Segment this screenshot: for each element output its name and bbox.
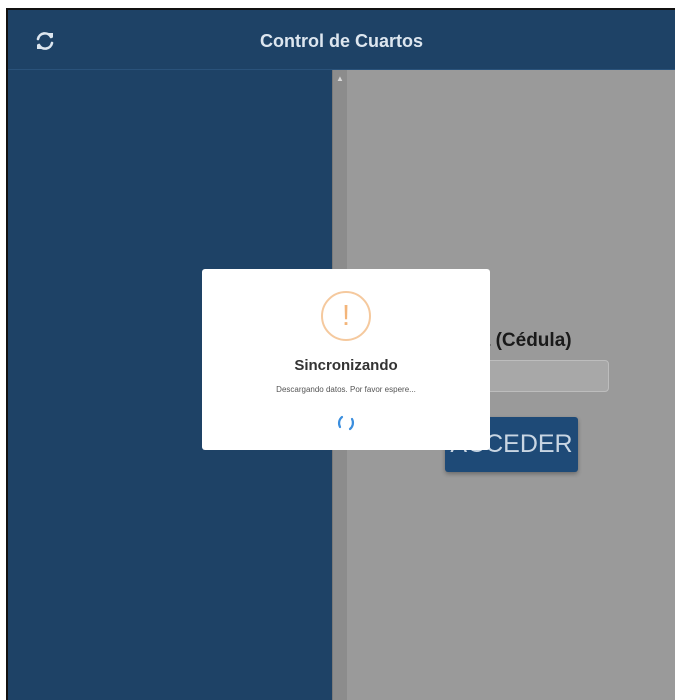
dialog-title: Sincronizando bbox=[294, 357, 398, 374]
top-bar: Control de Cuartos bbox=[8, 10, 675, 70]
page-title: Control de Cuartos bbox=[259, 31, 423, 51]
dialog-message: Descargando datos. Por favor espere... bbox=[276, 385, 416, 394]
sync-dialog: ! Sincronizando Descargando datos. Por f… bbox=[202, 269, 490, 450]
scroll-up-icon[interactable]: ▲ bbox=[335, 74, 345, 83]
exclamation-icon: ! bbox=[321, 291, 371, 341]
spinner-icon bbox=[337, 415, 355, 431]
